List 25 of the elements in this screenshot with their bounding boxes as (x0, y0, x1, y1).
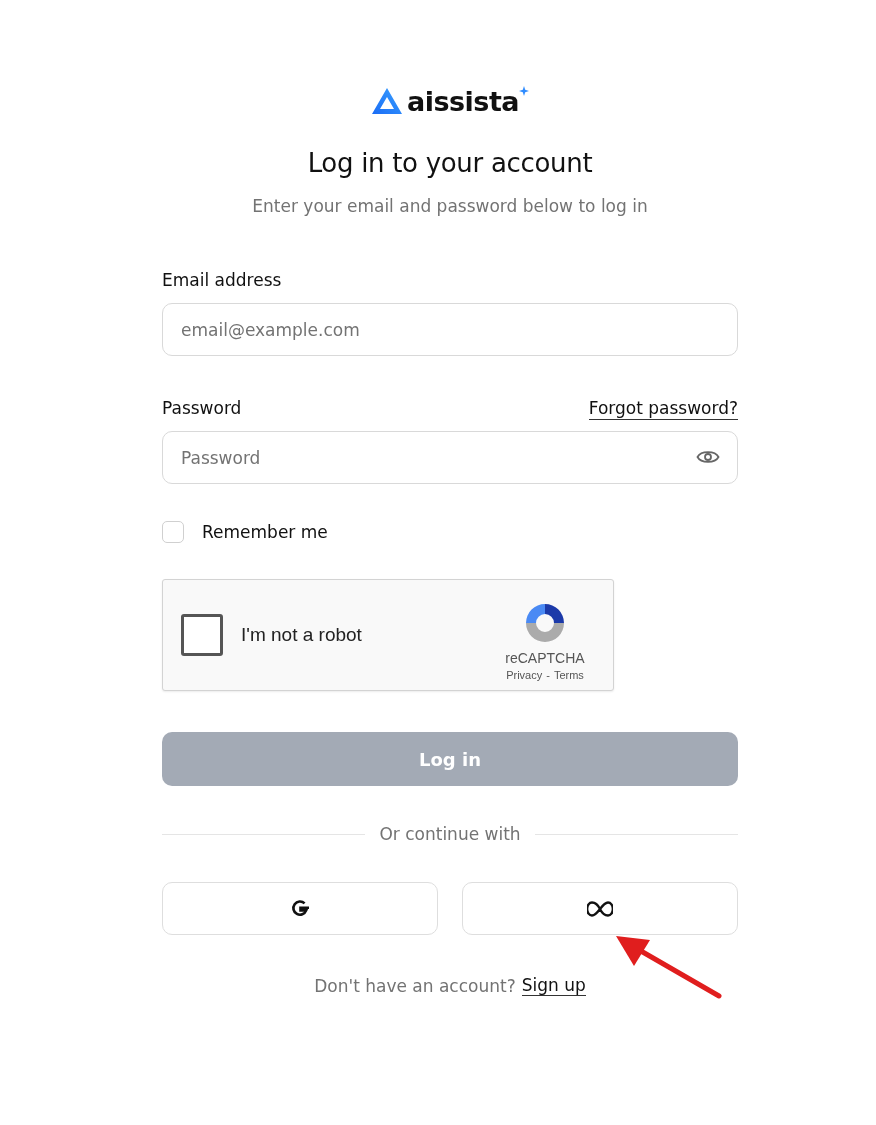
page-title: Log in to your account (306, 147, 594, 180)
google-login-button[interactable] (162, 882, 438, 935)
divider-text: Or continue with (379, 824, 521, 844)
triangle-logo-icon (370, 87, 403, 115)
meta-login-button[interactable] (462, 882, 738, 935)
field-label: Password (162, 397, 242, 420)
infinity-icon (587, 900, 613, 917)
privacy-link[interactable]: Privacy (506, 668, 543, 681)
eye-icon[interactable] (696, 449, 720, 465)
captcha-label: I'm not a robot (241, 624, 363, 646)
field-label: Email address (162, 269, 283, 292)
separator: - (546, 668, 550, 681)
sparkle-icon (519, 86, 530, 96)
checkbox-label: Remember me (202, 522, 328, 542)
captcha-checkbox[interactable] (181, 614, 223, 656)
terms-link[interactable]: Terms (553, 668, 584, 681)
email-field[interactable]: email@example.com (162, 303, 738, 356)
subtitle: Enter your email and password below to log in (251, 195, 649, 218)
signup-link[interactable]: Sign up (521, 975, 586, 996)
remember-checkbox[interactable] (162, 521, 184, 543)
logo-wordmark: aissista (406, 87, 520, 115)
password-field[interactable]: Password (162, 431, 738, 484)
recaptcha-brand: reCAPTCHA (505, 649, 585, 666)
forgot-password-link[interactable]: Forgot password? (588, 396, 738, 420)
signup-prompt: Don't have an account? (314, 975, 516, 996)
